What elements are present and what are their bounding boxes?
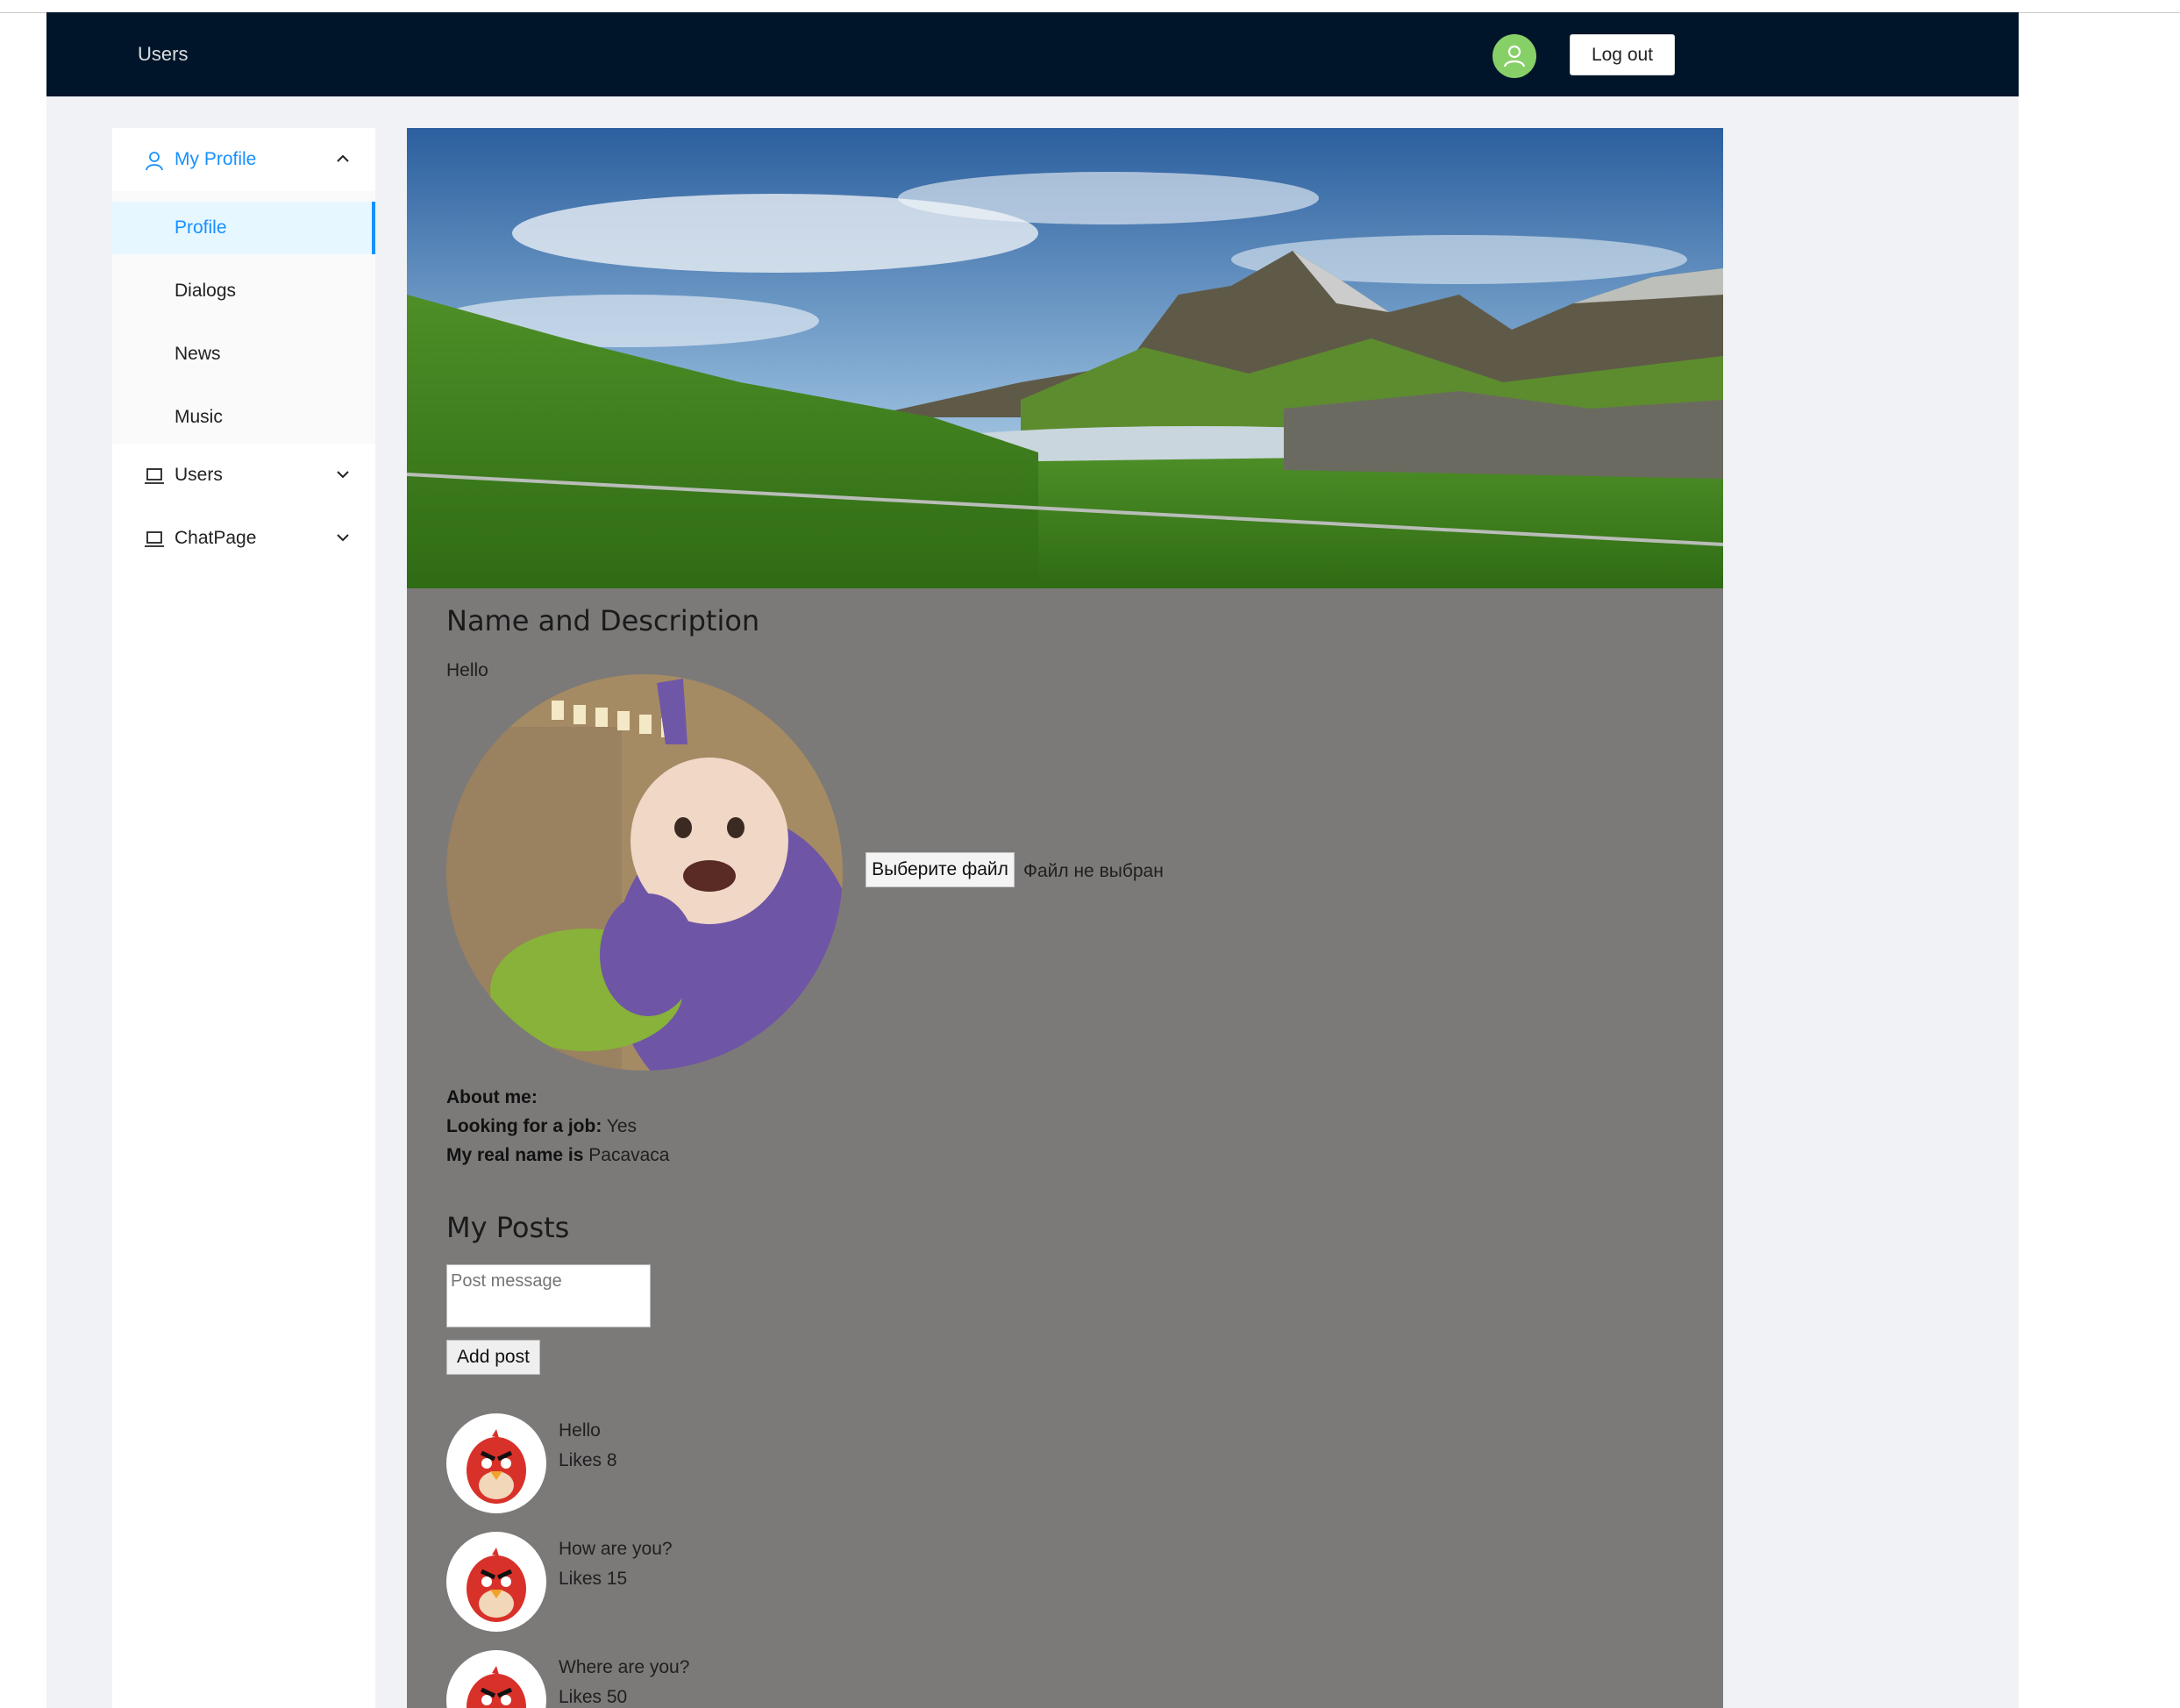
chevron-up-icon [337, 154, 349, 162]
about-me-label: About me: [446, 1087, 538, 1107]
chevron-down-icon [337, 534, 349, 542]
post-likes: Likes 50 [559, 1687, 628, 1707]
looking-for-job-value: Yes [606, 1116, 638, 1136]
laptop-icon [145, 468, 164, 484]
real-name-label: My real name is [446, 1145, 584, 1165]
post-avatar-angry-bird [446, 1532, 546, 1632]
profile-content: Name and Description Hello Выберите файл… [407, 128, 1723, 1708]
user-icon [146, 152, 163, 171]
real-name-line: My real name is Pacavaca [446, 1145, 670, 1166]
chevron-down-icon [337, 471, 349, 479]
sidebar-item-news[interactable]: News [112, 328, 375, 381]
post-message: Where are you? [559, 1657, 690, 1677]
sidebar-item-dialogs[interactable]: Dialogs [112, 265, 375, 317]
sidebar-submenu-my-profile: Profile Dialogs News Music [112, 191, 375, 444]
post-item: Where are you? Likes 50 [446, 1650, 972, 1708]
post-avatar-angry-bird [446, 1650, 546, 1708]
real-name-value: Pacavaca [588, 1145, 670, 1165]
sidebar-group-chatpage[interactable]: ChatPage [112, 507, 375, 570]
header-nav-users[interactable]: Users [138, 12, 188, 96]
sidebar-item-label: News [175, 344, 221, 364]
section-title-name-description: Name and Description [446, 604, 760, 637]
post-message: Hello [559, 1420, 601, 1441]
sidebar-group-label: ChatPage [175, 528, 257, 548]
post-likes: Likes 15 [559, 1569, 628, 1589]
post-avatar-angry-bird [446, 1413, 546, 1513]
user-avatar[interactable] [1493, 34, 1536, 78]
laptop-icon [145, 531, 164, 547]
app-layout: Users Log out My Profile Profile Dialogs… [46, 12, 2019, 1708]
post-likes: Likes 8 [559, 1450, 617, 1470]
landscape-banner-image [407, 128, 1723, 588]
sidebar-group-my-profile[interactable]: My Profile [112, 128, 375, 191]
looking-for-job-line: Looking for a job: Yes [446, 1116, 637, 1137]
logout-button[interactable]: Log out [1570, 34, 1675, 75]
looking-for-job-label: Looking for a job: [446, 1116, 602, 1136]
sidebar-group-label: Users [175, 465, 223, 485]
sidebar-item-music[interactable]: Music [112, 391, 375, 444]
section-title-my-posts: My Posts [446, 1211, 570, 1244]
user-icon [1503, 45, 1526, 68]
sidebar-item-label: Dialogs [175, 281, 237, 301]
post-message-input[interactable] [446, 1264, 651, 1327]
about-me-line: About me: [446, 1087, 538, 1108]
sidebar-item-label: Profile [175, 217, 227, 238]
sidebar: My Profile Profile Dialogs News Music Us… [112, 128, 375, 1708]
choose-file-button[interactable]: Выберите файл [866, 852, 1015, 887]
post-item: Hello Likes 8 [446, 1413, 972, 1514]
profile-photo [446, 674, 843, 1071]
post-item: How are you? Likes 15 [446, 1532, 972, 1633]
sidebar-item-label: Music [175, 407, 223, 427]
file-status-text: Файл не выбран [1023, 861, 1164, 881]
post-message: How are you? [559, 1539, 673, 1559]
sidebar-item-profile[interactable]: Profile [112, 202, 375, 254]
sidebar-group-users[interactable]: Users [112, 444, 375, 507]
add-post-button[interactable]: Add post [446, 1340, 540, 1375]
top-header: Users Log out [46, 12, 2019, 96]
sidebar-group-label: My Profile [175, 149, 257, 169]
